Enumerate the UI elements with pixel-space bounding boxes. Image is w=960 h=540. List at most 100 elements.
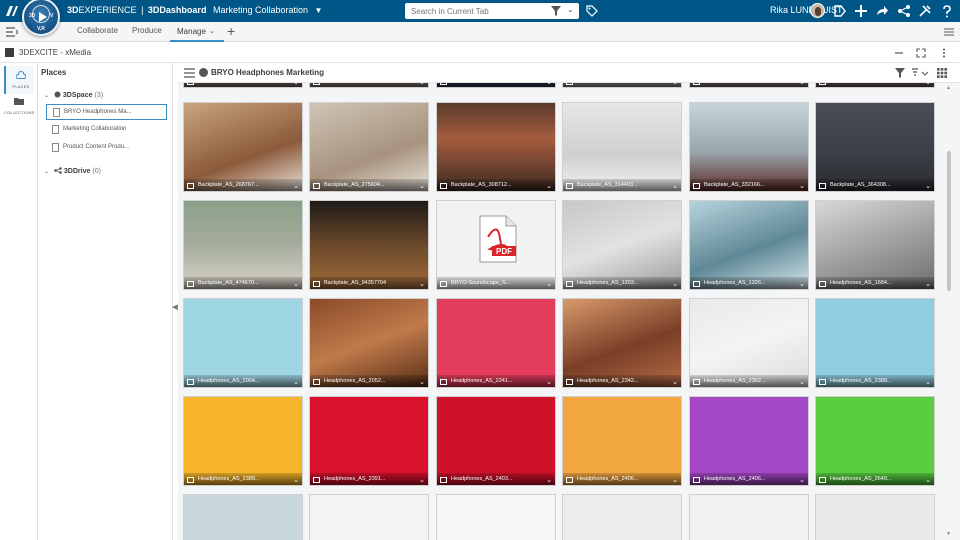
chevron-down-icon[interactable]: ⌄ — [419, 182, 425, 190]
sort-icon[interactable] — [911, 68, 929, 78]
menu-icon[interactable] — [6, 27, 18, 37]
chevron-down-icon[interactable]: ⌄ — [293, 476, 299, 484]
chevron-down-icon[interactable]: ⌄ — [546, 476, 552, 484]
asset-tile[interactable]: Headphones_AS_2004... ⌄ — [183, 298, 303, 388]
chevron-down-icon[interactable]: ⌄ — [672, 378, 678, 386]
asset-tile[interactable]: Headphones_AS_2342... ⌄ — [562, 298, 682, 388]
scroll-thumb[interactable] — [947, 151, 951, 291]
chevron-down-icon[interactable]: ⌄ — [546, 182, 552, 190]
chevron-down-icon[interactable]: ⌄ — [546, 280, 552, 288]
asset-tile[interactable]: Headphones_AS_2649... ⌄ — [815, 396, 935, 486]
chevron-down-icon[interactable]: ⌄ — [925, 83, 931, 86]
add-tab-button[interactable]: + — [227, 23, 235, 39]
asset-tile[interactable]: Backplate_AS_474670... ⌄ — [183, 200, 303, 290]
asset-tile[interactable]: Backplate_AS_275604... ⌄ — [309, 102, 429, 192]
chevron-down-icon[interactable]: ⌄ — [209, 27, 215, 35]
tree-item-bryo[interactable]: BRYO Headphones Ma... — [46, 104, 167, 120]
asset-tile[interactable]: Headphones_AS_1326... ⌄ — [689, 200, 809, 290]
chevron-down-icon[interactable]: ⌄ — [925, 378, 931, 386]
tag-icon[interactable] — [586, 5, 598, 17]
asset-tile[interactable]: Backplate_AS_218629... ⌄ — [562, 83, 682, 88]
chevron-down-icon[interactable]: ⌄ — [419, 378, 425, 386]
asset-tile[interactable]: Headphones_AS_2388... ⌄ — [815, 298, 935, 388]
grid-view-icon[interactable] — [937, 68, 947, 78]
tag-outline-icon[interactable] — [833, 4, 847, 18]
chevron-down-icon[interactable]: ⌄ — [799, 83, 805, 86]
asset-tile[interactable]: Headphones_AS_2388... ⌄ — [183, 396, 303, 486]
asset-tile[interactable]: Headphones_AS_2403... ⌄ — [436, 396, 556, 486]
menu-icon[interactable] — [944, 27, 954, 37]
tab-manage-label[interactable]: Manage — [177, 27, 206, 36]
nav-collections[interactable]: COLLECTIONS — [4, 92, 34, 120]
asset-tile[interactable]: Backplate_AS_242971... ⌄ — [689, 83, 809, 88]
chevron-down-icon[interactable]: ⌄ — [672, 280, 678, 288]
chevron-down-icon[interactable]: ⌄ — [799, 280, 805, 288]
asset-tile[interactable]: Backplate_AS_314403... ⌄ — [562, 102, 682, 192]
filter-icon[interactable] — [895, 68, 905, 78]
more-icon[interactable] — [939, 48, 949, 58]
filter-icon[interactable] — [551, 6, 561, 16]
chevron-down-icon[interactable]: ▼ — [315, 6, 323, 15]
chevron-down-icon[interactable]: ⌄ — [672, 182, 678, 190]
chevron-down-icon[interactable]: ⌄ — [293, 280, 299, 288]
plus-icon[interactable] — [854, 4, 868, 18]
chevron-down-icon[interactable]: ⌄ — [799, 182, 805, 190]
avatar[interactable] — [810, 3, 825, 18]
search-input[interactable] — [405, 6, 541, 16]
asset-tile[interactable]: Headphones_AS_2391... ⌄ — [309, 396, 429, 486]
asset-tile[interactable]: Backplate_AS_308712... ⌄ — [436, 102, 556, 192]
user-name[interactable]: Rika LUNDQUIST — [770, 5, 843, 15]
chevron-down-icon[interactable]: ⌄ — [672, 83, 678, 86]
scrollbar[interactable]: ▲ ▼ — [946, 85, 952, 537]
help-icon[interactable] — [940, 4, 954, 18]
tree-3ddrive[interactable]: ⌄ 3DDrive (0) — [44, 167, 101, 175]
asset-tile[interactable] — [183, 494, 303, 540]
asset-tile[interactable] — [815, 494, 935, 540]
asset-tile[interactable]: Backplate_AS_268767... ⌄ — [183, 102, 303, 192]
menu-icon[interactable] — [184, 68, 195, 78]
asset-tile[interactable]: Headphones_AS_2241... ⌄ — [436, 298, 556, 388]
asset-tile[interactable]: Backplate_AS_218199... ⌄ — [436, 83, 556, 88]
asset-tile[interactable]: Headphones_AS_1684... ⌄ — [815, 200, 935, 290]
fullscreen-icon[interactable] — [916, 48, 926, 58]
asset-tile[interactable] — [689, 494, 809, 540]
chevron-down-icon[interactable]: ⌄ — [419, 83, 425, 86]
chevron-down-icon[interactable]: ⌄ — [44, 168, 52, 175]
asset-tile[interactable]: Headphones_AS_2052... ⌄ — [309, 298, 429, 388]
search-box[interactable]: ⌄ — [405, 3, 579, 19]
chevron-down-icon[interactable]: ⌄ — [546, 83, 552, 86]
asset-tile[interactable]: Backplate_AS_217882... ⌄ — [309, 83, 429, 88]
chevron-down-icon[interactable]: ⌄ — [925, 280, 931, 288]
chevron-down-icon[interactable]: ⌄ — [925, 476, 931, 484]
chevron-down-icon[interactable]: ⌄ — [567, 5, 574, 14]
chevron-down-icon[interactable]: ⌄ — [672, 476, 678, 484]
asset-tile[interactable]: Backplate_AS_364308... ⌄ — [815, 102, 935, 192]
tree-item-product-content[interactable]: Product Content Produ... — [46, 140, 167, 156]
scroll-up-icon[interactable]: ▲ — [946, 85, 951, 91]
tree-3dspace[interactable]: ⌄ 3DSpace (3) — [44, 91, 103, 99]
share-network-icon[interactable] — [897, 4, 911, 18]
tab-produce[interactable]: Produce — [132, 26, 162, 35]
chevron-down-icon[interactable]: ⌄ — [44, 92, 52, 99]
tools-icon[interactable] — [918, 4, 932, 18]
chevron-down-icon[interactable]: ⌄ — [799, 476, 805, 484]
asset-tile[interactable]: Headphones_AS_2406... ⌄ — [562, 396, 682, 486]
chevron-down-icon[interactable]: ⌄ — [799, 378, 805, 386]
asset-tile[interactable]: Backplate_AS_260924... ⌄ — [815, 83, 935, 88]
asset-tile[interactable]: Backplate_AS_269473... ⌄ — [183, 83, 303, 88]
chevron-down-icon[interactable]: ⌄ — [293, 182, 299, 190]
minimize-icon[interactable] — [894, 48, 904, 58]
scroll-down-icon[interactable]: ▼ — [946, 531, 951, 537]
asset-tile[interactable]: Backplate_AS_332166... ⌄ — [689, 102, 809, 192]
asset-tile[interactable]: Headphones_AS_2406... ⌄ — [689, 396, 809, 486]
share-arrow-icon[interactable] — [875, 4, 889, 18]
asset-tile[interactable]: Headphones_AS_2362... ⌄ — [689, 298, 809, 388]
asset-tile[interactable]: Headphones_AS_1203... ⌄ — [562, 200, 682, 290]
asset-tile[interactable] — [562, 494, 682, 540]
chevron-down-icon[interactable]: ⌄ — [925, 182, 931, 190]
nav-places[interactable]: PLACES — [4, 66, 34, 94]
asset-tile[interactable] — [309, 494, 429, 540]
tab-collaborate[interactable]: Collaborate — [77, 26, 118, 35]
dashboard-name[interactable]: Marketing Collaboration — [213, 5, 308, 15]
chevron-down-icon[interactable]: ⌄ — [293, 83, 299, 86]
